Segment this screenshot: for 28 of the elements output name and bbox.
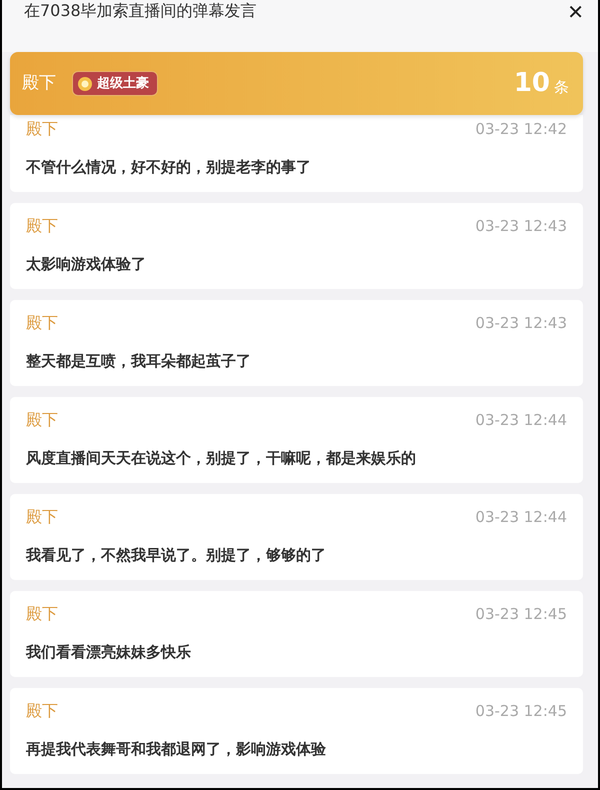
sender-name: 殿下 xyxy=(26,118,58,140)
window-title: 在7038毕加索直播间的弹幕发言 xyxy=(24,0,257,22)
message-time: 03-23 12:43 xyxy=(475,313,567,334)
count-unit: 条 xyxy=(554,77,569,98)
message-text: 我看见了，不然我早说了。别提了，够够的了 xyxy=(26,545,327,566)
medal-icon xyxy=(77,76,93,92)
message-time: 03-23 12:42 xyxy=(475,119,567,140)
message-time: 03-23 12:43 xyxy=(475,216,567,237)
message-text: 我们看看漂亮妹妹多快乐 xyxy=(26,642,192,663)
message-time: 03-23 12:44 xyxy=(475,507,567,528)
sender-name: 殿下 xyxy=(26,700,58,722)
message-text: 整天都是互喷，我耳朵都起茧子了 xyxy=(26,351,252,372)
sender-name: 殿下 xyxy=(26,312,58,334)
rank-badge: 超级土豪 xyxy=(72,70,158,96)
message-text: 太影响游戏体验了 xyxy=(26,254,147,275)
message-count: 10 xyxy=(514,67,550,100)
sender-name: 殿下 xyxy=(26,215,58,237)
message-time: 03-23 12:45 xyxy=(475,701,567,722)
message-time: 03-23 12:45 xyxy=(475,604,567,625)
user-name: 殿下 xyxy=(22,72,56,95)
message-text: 不管什么情况，好不好的，别提老李的事了 xyxy=(26,157,312,178)
message-text: 风度直播间天天在说这个，别提了，干嘛呢，都是来娱乐的 xyxy=(26,448,417,469)
sender-name: 殿下 xyxy=(26,506,58,528)
sender-name: 殿下 xyxy=(26,603,58,625)
message-text: 再提我代表舞哥和我都退网了，影响游戏体验 xyxy=(26,739,327,760)
close-button[interactable]: ✕ xyxy=(567,0,584,24)
message-time: 03-23 12:44 xyxy=(475,410,567,431)
sender-name: 殿下 xyxy=(26,409,58,431)
